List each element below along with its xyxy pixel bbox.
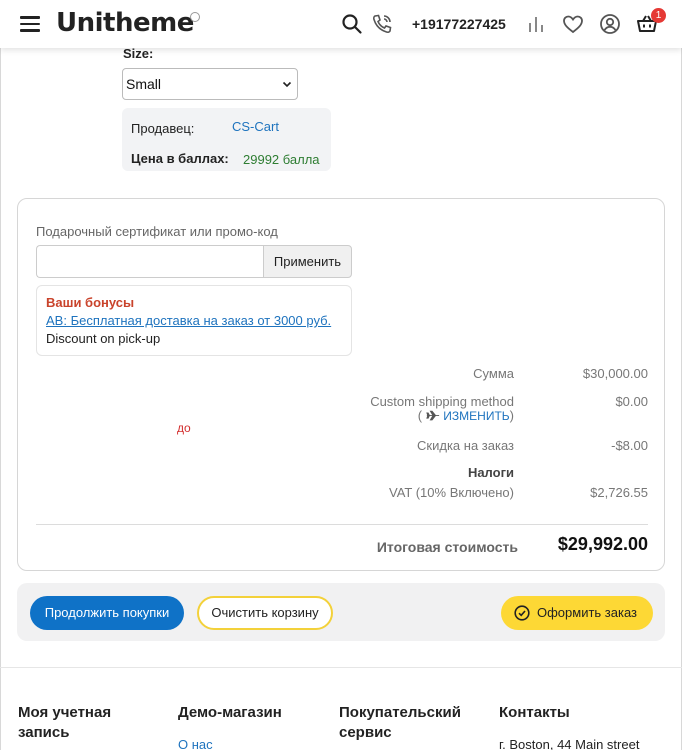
footer-divider xyxy=(0,667,682,668)
cart-actions-bar: Продолжить покупки Очистить корзину Офор… xyxy=(17,583,665,641)
logo-mark-icon xyxy=(190,12,200,22)
shipping-change-open: ( xyxy=(417,408,423,423)
compare-icon[interactable] xyxy=(524,12,548,36)
footer-account-title[interactable]: Моя учетная запись xyxy=(18,703,138,743)
promo-code-label: Подарочный сертификат или промо-код xyxy=(36,224,278,239)
vendor-label: Продавец: xyxy=(131,121,195,136)
search-icon[interactable] xyxy=(340,12,364,36)
cart-summary-panel: Подарочный сертификат или промо-код Прим… xyxy=(17,198,665,571)
order-discount-label: Скидка на заказ xyxy=(417,438,514,453)
stray-label: до xyxy=(177,421,191,435)
size-select[interactable]: Small xyxy=(122,68,298,100)
size-select-value: Small xyxy=(126,76,162,92)
clear-cart-button[interactable]: Очистить корзину xyxy=(197,596,333,630)
promo-code-input[interactable] xyxy=(36,245,264,278)
user-icon[interactable] xyxy=(598,12,622,36)
shipping-value: $0.00 xyxy=(615,394,648,409)
subtotal-label: Сумма xyxy=(473,366,514,381)
bonuses-title: Ваши бонусы xyxy=(46,295,135,310)
order-discount-value: -$8.00 xyxy=(611,438,648,453)
site-header: Unitheme +19177227425 1 xyxy=(0,0,682,48)
footer-demo-store-title[interactable]: Демо-магазин xyxy=(178,703,318,723)
shipping-change-close: ) xyxy=(509,408,514,423)
taxes-title: Налоги xyxy=(467,465,514,480)
footer-customer-service-title[interactable]: Покупательский сервис xyxy=(339,703,489,743)
size-label: Size: xyxy=(123,46,154,61)
shipping-change: ( ИЗМЕНИТЬ) xyxy=(214,408,514,423)
points-price-value: 29992 балла xyxy=(243,152,320,167)
menu-icon[interactable] xyxy=(20,16,40,32)
bonus-pickup-discount: Discount on pick-up xyxy=(46,331,161,346)
footer-about-link[interactable]: О нас xyxy=(178,737,213,750)
continue-shopping-button[interactable]: Продолжить покупки xyxy=(30,596,184,630)
vat-value: $2,726.55 xyxy=(590,485,648,500)
heart-icon[interactable] xyxy=(561,12,585,36)
checkout-button[interactable]: Оформить заказ xyxy=(501,596,653,630)
footer-contacts-title[interactable]: Контакты xyxy=(499,703,649,723)
chevron-down-icon xyxy=(282,81,292,88)
total-label: Итоговая стоимость xyxy=(376,539,518,555)
vendor-link[interactable]: CS-Cart xyxy=(232,119,279,134)
apply-promo-button[interactable]: Применить xyxy=(263,245,352,278)
cart-count-badge: 1 xyxy=(651,8,666,23)
check-circle-icon xyxy=(514,605,530,621)
site-logo[interactable]: Unitheme xyxy=(56,8,194,38)
plane-icon xyxy=(425,410,439,421)
phone-icon[interactable] xyxy=(370,12,394,36)
points-price-label: Цена в баллах: xyxy=(131,151,229,166)
vat-label: VAT (10% Включено) xyxy=(389,485,514,500)
summary-divider xyxy=(36,524,648,525)
shipping-method-label: Custom shipping method xyxy=(370,394,514,409)
checkout-button-label: Оформить заказ xyxy=(537,605,638,620)
shipping-change-link[interactable]: ИЗМЕНИТЬ xyxy=(443,409,509,423)
bonuses-box: Ваши бонусы АВ: Бесплатная доставка на з… xyxy=(36,285,352,356)
vendor-info-box: Продавец: CS-Cart Цена в баллах: 29992 б… xyxy=(122,108,331,171)
footer-address: г. Boston, 44 Main street xyxy=(499,737,640,750)
phone-number[interactable]: +19177227425 xyxy=(412,16,506,32)
bonus-free-shipping-link[interactable]: АВ: Бесплатная доставка на заказ от 3000… xyxy=(46,313,331,328)
subtotal-value: $30,000.00 xyxy=(582,366,648,381)
total-value: $29,992.00 xyxy=(557,534,648,554)
